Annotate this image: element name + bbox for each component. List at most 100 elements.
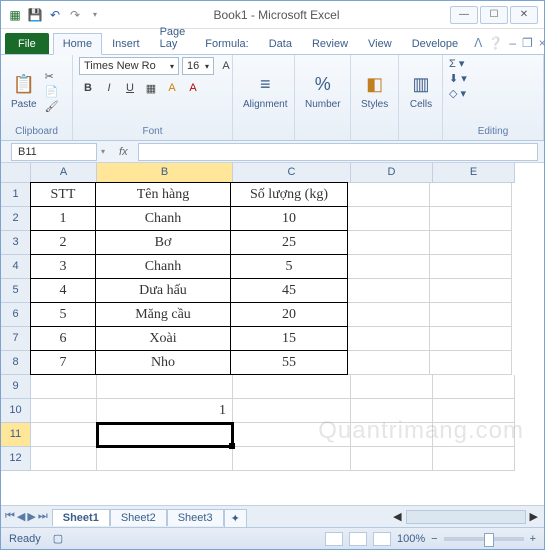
font-size-select[interactable]: 16▾ — [182, 57, 214, 75]
cell[interactable] — [31, 399, 97, 423]
cell[interactable] — [233, 399, 351, 423]
sheet-tab-2[interactable]: Sheet2 — [110, 509, 167, 526]
cell[interactable] — [430, 303, 512, 327]
cell[interactable] — [430, 231, 512, 255]
cell[interactable]: 2 — [30, 230, 96, 255]
workbook-close-icon[interactable]: × — [539, 36, 545, 50]
dropdown-icon[interactable]: ▾ — [97, 147, 109, 156]
macro-record-icon[interactable]: ▢ — [53, 532, 63, 545]
cell[interactable] — [233, 375, 351, 399]
format-painter-icon[interactable]: 🖌 — [45, 100, 59, 113]
cell[interactable] — [348, 207, 430, 231]
first-sheet-icon[interactable]: ⏮ — [5, 510, 15, 523]
styles-button[interactable]: ◧Styles — [357, 71, 392, 112]
cell[interactable] — [430, 279, 512, 303]
cell[interactable] — [433, 423, 515, 447]
row-header[interactable]: 2 — [1, 207, 31, 231]
pagelayout-view-button[interactable] — [349, 532, 367, 546]
cell[interactable]: Măng cầu — [95, 302, 231, 327]
cell[interactable]: Xoài — [95, 326, 231, 351]
cell[interactable]: 10 — [230, 206, 348, 231]
cell[interactable] — [351, 375, 433, 399]
cell[interactable]: 5 — [230, 254, 348, 279]
row-header[interactable]: 12 — [1, 447, 31, 471]
autosum-button[interactable]: Σ ▾ — [449, 57, 464, 70]
cell[interactable]: 1 — [30, 206, 96, 231]
cell[interactable]: 6 — [30, 326, 96, 351]
italic-button[interactable]: I — [100, 79, 118, 97]
formula-input[interactable] — [138, 143, 538, 161]
cell[interactable]: 55 — [230, 350, 348, 375]
cell[interactable] — [348, 231, 430, 255]
help-icon[interactable]: ❔ — [488, 36, 503, 50]
cell[interactable] — [348, 327, 430, 351]
cell[interactable]: Số lượng (kg) — [230, 182, 348, 207]
cell[interactable] — [233, 423, 351, 447]
tab-data[interactable]: Data — [259, 33, 302, 54]
copy-icon[interactable]: 📄 — [45, 85, 59, 98]
fx-label[interactable]: fx — [109, 146, 138, 158]
tab-insert[interactable]: Insert — [102, 33, 150, 54]
cell[interactable]: Dưa hấu — [95, 278, 231, 303]
col-header-e[interactable]: E — [433, 163, 515, 183]
cell[interactable] — [348, 303, 430, 327]
row-header[interactable]: 1 — [1, 183, 31, 207]
cell[interactable]: 45 — [230, 278, 348, 303]
workbook-restore-icon[interactable]: ❐ — [522, 36, 533, 50]
name-box[interactable]: B11 — [11, 143, 97, 161]
fill-button[interactable]: ⬇ ▾ — [449, 72, 467, 85]
cell[interactable] — [430, 351, 512, 375]
row-header[interactable]: 9 — [1, 375, 31, 399]
tab-developer[interactable]: Develope — [402, 33, 468, 54]
maximize-button[interactable]: ☐ — [480, 6, 508, 24]
row-header[interactable]: 3 — [1, 231, 31, 255]
cell[interactable] — [348, 183, 430, 207]
last-sheet-icon[interactable]: ⏭ — [38, 510, 48, 523]
paste-button[interactable]: 📋 Paste — [7, 71, 41, 112]
col-header-d[interactable]: D — [351, 163, 433, 183]
cell[interactable]: Nho — [95, 350, 231, 375]
font-color-button[interactable]: A — [184, 79, 202, 97]
bold-button[interactable]: B — [79, 79, 97, 97]
pagebreak-view-button[interactable] — [373, 532, 391, 546]
minimize-ribbon-icon[interactable]: ⴷ — [474, 36, 482, 50]
row-header[interactable]: 10 — [1, 399, 31, 423]
cell[interactable]: STT — [30, 182, 96, 207]
zoom-in-icon[interactable]: + — [530, 533, 536, 545]
cell[interactable] — [430, 207, 512, 231]
fill-handle[interactable] — [229, 443, 235, 449]
tab-formulas[interactable]: Formula: — [195, 33, 258, 54]
normal-view-button[interactable] — [325, 532, 343, 546]
underline-button[interactable]: U — [121, 79, 139, 97]
cell[interactable]: 15 — [230, 326, 348, 351]
zoom-out-icon[interactable]: − — [431, 533, 437, 545]
cell[interactable]: 5 — [30, 302, 96, 327]
tab-home[interactable]: Home — [53, 33, 102, 55]
cells-button[interactable]: ▥Cells — [405, 71, 437, 112]
sheet-tab-3[interactable]: Sheet3 — [167, 509, 224, 526]
alignment-button[interactable]: ≡Alignment — [239, 71, 291, 112]
cell[interactable] — [233, 447, 351, 471]
selected-cell[interactable] — [97, 423, 233, 447]
row-header[interactable]: 7 — [1, 327, 31, 351]
workbook-minimize-icon[interactable]: – — [509, 36, 516, 50]
cell[interactable] — [351, 447, 433, 471]
border-button[interactable]: ▦ — [142, 79, 160, 97]
cell[interactable] — [433, 447, 515, 471]
close-button[interactable]: ✕ — [510, 6, 538, 24]
tab-pagelayout[interactable]: Page Lay — [150, 21, 196, 54]
col-header-c[interactable]: C — [233, 163, 351, 183]
scroll-right-icon[interactable]: ▶ — [530, 510, 538, 523]
undo-icon[interactable]: ↶ — [47, 7, 63, 23]
horizontal-scrollbar[interactable] — [406, 510, 526, 524]
qat-dropdown-icon[interactable]: ▾ — [87, 7, 103, 23]
minimize-button[interactable]: — — [450, 6, 478, 24]
cell[interactable] — [433, 375, 515, 399]
cell[interactable] — [97, 375, 233, 399]
row-header[interactable]: 8 — [1, 351, 31, 375]
number-button[interactable]: %Number — [301, 71, 345, 112]
row-header[interactable]: 4 — [1, 255, 31, 279]
clear-button[interactable]: ◇ ▾ — [449, 87, 466, 100]
cell[interactable]: Chanh — [95, 206, 231, 231]
cell[interactable]: Bơ — [95, 230, 231, 255]
